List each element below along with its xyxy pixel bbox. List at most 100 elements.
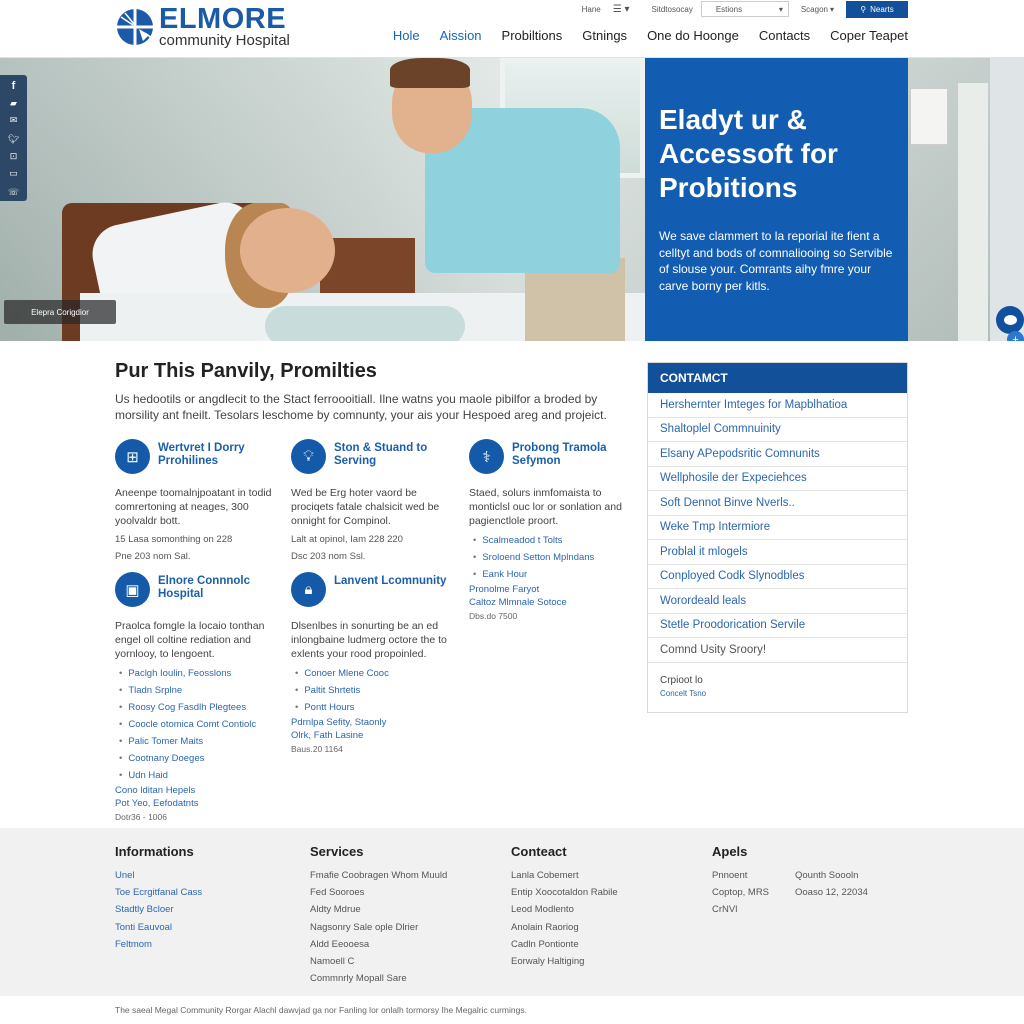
utility-directory-link[interactable]: Sitdtosocay — [651, 5, 692, 14]
utility-select[interactable]: Estions ▾ — [700, 1, 789, 17]
footer-link[interactable]: Eorwaly Haltiging — [511, 953, 618, 970]
feature-title[interactable]: Lanvent Lcomnunity — [334, 575, 446, 588]
chevron-down-icon: ▾ — [778, 4, 783, 14]
nav-item-contacts[interactable]: Contacts — [759, 28, 810, 43]
utility-home-link[interactable]: Hane — [582, 5, 601, 14]
footer-link[interactable]: Aldty Mdrue — [310, 901, 447, 918]
footer-link[interactable]: Namoell C — [310, 953, 447, 970]
feature-title[interactable]: Elnore Connnolc Hospital — [158, 575, 280, 601]
footer-link[interactable]: Cadln Pontionte — [511, 936, 618, 953]
list-item[interactable]: Scalmeadod t Tolts — [469, 532, 629, 549]
feature-link[interactable]: Caltoz Mlmnale Sotoce — [469, 596, 629, 609]
twitter-icon[interactable]: 🐦︎ — [0, 131, 27, 148]
footer-column-services: Services Fmafie Coobragen Whom Muuld Fed… — [310, 844, 447, 987]
contact-sidebar-item[interactable]: Elsany APepodsritic Comnunits — [648, 442, 907, 467]
nav-item-gtnings[interactable]: Gtnings — [582, 28, 627, 43]
footer-link[interactable]: Leod Modlento — [511, 901, 618, 918]
search-icon: ⚲ — [860, 4, 867, 14]
contact-sidebar-item[interactable]: Conployed Codk Slynodbles — [648, 565, 907, 589]
footer-link[interactable]: Stadtly Bcloer — [115, 901, 202, 918]
nav-item-one-do-hoonge[interactable]: One do Hoonge — [647, 28, 739, 43]
hero-panel: Eladyt ur & Accessoft for Probitions We … — [645, 58, 908, 341]
list-item[interactable]: Paclgh Ioulin, Feosslons — [115, 665, 280, 682]
feature-link[interactable]: Pot Yeo, Eefodatnts — [115, 797, 280, 810]
video-icon[interactable]: ▭ — [0, 165, 27, 182]
footer-link[interactable]: Fmafie Coobragen Whom Muuld — [310, 867, 447, 884]
chat-button[interactable] — [996, 306, 1024, 334]
contact-footer-link[interactable]: Concelt Tsno — [660, 689, 895, 698]
footer-link[interactable]: Unel — [115, 867, 202, 884]
footer-link[interactable]: Feltmom — [115, 936, 202, 953]
footer-apels-label: Pnnoent — [712, 870, 748, 881]
feature-link[interactable]: Pronolme Faryot — [469, 583, 629, 596]
copyright-text: The saeal Megal Community Rorgar Alachl … — [0, 996, 1024, 1024]
nav-item-aission[interactable]: Aission — [440, 28, 482, 43]
list-item[interactable]: Coocle otomica Comt Contiolc — [115, 716, 280, 733]
list-item[interactable]: Pontt Hours — [291, 699, 456, 716]
logo[interactable]: ELMORE community Hospital — [115, 5, 290, 48]
feature-title[interactable]: Ston & Stuand to Serving — [334, 442, 456, 468]
nav-item-probiltions[interactable]: Probiltions — [502, 28, 563, 43]
footer-link[interactable]: Lanla Cobemert — [511, 867, 618, 884]
link-icon[interactable]: ⊡ — [0, 148, 27, 165]
utility-signin-link[interactable]: Scagon — [801, 5, 828, 14]
contact-sidebar-item[interactable]: Comnd Usity Sroory! — [648, 638, 907, 663]
footer-link[interactable]: Commnrly Mopall Sare — [310, 970, 447, 987]
feature-link[interactable]: Cono lditan Hepels — [115, 784, 280, 797]
search-button[interactable]: ⚲ Nearts — [846, 0, 908, 18]
contact-sidebar-item[interactable]: Stetle Proodorication Servile — [648, 614, 907, 638]
contact-footer-label: Crpioot lo — [660, 674, 703, 686]
footer-link[interactable]: Entip Xoocotaldon Rabile — [511, 884, 618, 901]
hamburger-icon[interactable]: ☰ ▾ — [613, 4, 630, 15]
share-icon[interactable]: ▰ — [0, 95, 27, 112]
logo-subtitle: community Hospital — [159, 32, 290, 49]
footer-link[interactable]: Toe Ecrgitfanal Cass — [115, 884, 202, 901]
window-icon: ⊞ — [115, 439, 150, 474]
contact-sidebar-item[interactable]: Weke Tmp Intermiore — [648, 516, 907, 540]
contact-sidebar-item[interactable]: Wellphosile der Expeciehces — [648, 467, 907, 491]
nav-item-coper-teapet[interactable]: Coper Teapet — [830, 28, 908, 43]
footer-column-informations: Informations Unel Toe Ecrgitfanal Cass S… — [115, 844, 202, 953]
contact-sidebar-item[interactable]: Problal it mlogels — [648, 540, 907, 565]
feature-list: Paclgh Ioulin, Feosslons Tladn Srplne Ro… — [115, 665, 280, 784]
footer-link[interactable]: Fed Sooroes — [310, 884, 447, 901]
plus-button[interactable]: + — [1007, 331, 1024, 341]
footer-link[interactable]: Tonti Eauvoal — [115, 919, 202, 936]
feature-card: 💡︎ Ston & Stuand to Serving Wed be Erg h… — [291, 439, 456, 565]
list-item[interactable]: Udn Haid — [115, 767, 280, 784]
main-nav: Hole Aission Probiltions Gtnings One do … — [373, 28, 908, 43]
feature-title[interactable]: Probong Tramola Sefymon — [512, 442, 629, 468]
list-item[interactable]: Tladn Srplne — [115, 682, 280, 699]
feature-meta: 15 Lasa somonthing on 228 — [115, 534, 233, 545]
list-item[interactable]: Paltit Shrtetis — [291, 682, 456, 699]
contact-sidebar-item[interactable]: Worordeald leals — [648, 589, 907, 614]
list-item[interactable]: Sroloend Setton Mplndans — [469, 549, 629, 566]
footer-apels-value — [795, 901, 868, 918]
list-item[interactable]: Conoer Mlene Cooc — [291, 665, 456, 682]
feature-footnote: Dbs.do 7500 — [469, 611, 518, 621]
contact-sidebar-item[interactable]: Hershernter Imteges for Mapblhatioa — [648, 393, 907, 418]
monitor-icon: ▣ — [115, 572, 150, 607]
facebook-icon[interactable]: f — [0, 78, 27, 95]
feature-card: ⊞ Wertvret I Dorry Prrohilines Aneenpe t… — [115, 439, 280, 565]
phone-icon[interactable]: ☏ — [0, 184, 27, 201]
nav-item-hole[interactable]: Hole — [393, 28, 420, 43]
utility-bar: Hane ☰ ▾ Sitdtosocay Estions ▾ Scagon ▾ … — [582, 0, 908, 18]
email-icon[interactable]: ✉ — [0, 112, 27, 129]
contact-sidebar-item[interactable]: Shaltoplel Commnuinity — [648, 418, 907, 442]
footer-link[interactable]: Anolain Raoriog — [511, 919, 618, 936]
footer-link[interactable]: Nagsonry Sale ople Dlrier — [310, 919, 447, 936]
feature-footnote: Baus.20 1164 — [291, 744, 343, 754]
list-item[interactable]: Roosy Cog Fasdlh Plegtees — [115, 699, 280, 716]
hero-photo-door — [990, 58, 1024, 341]
feature-title[interactable]: Wertvret I Dorry Prrohilines — [158, 442, 280, 468]
stethoscope-icon: ⚕ — [469, 439, 504, 474]
list-item[interactable]: Palic Tomer Maits — [115, 733, 280, 750]
contact-sidebar-item[interactable]: Soft Dennot Binve Nverls.. — [648, 491, 907, 516]
list-item[interactable]: Cootnany Doeges — [115, 750, 280, 767]
feature-link[interactable]: Pdrnlpa Sefity, Staonly — [291, 716, 456, 729]
footer-link[interactable]: Aldd Eeooesa — [310, 936, 447, 953]
feature-link[interactable]: Olrk, Fath Lasine — [291, 729, 456, 742]
list-item[interactable]: Eank Hour — [469, 566, 629, 583]
social-share-bar: f ▰ ✉ 🐦︎ ⊡ ▭ ☏ — [0, 75, 27, 201]
